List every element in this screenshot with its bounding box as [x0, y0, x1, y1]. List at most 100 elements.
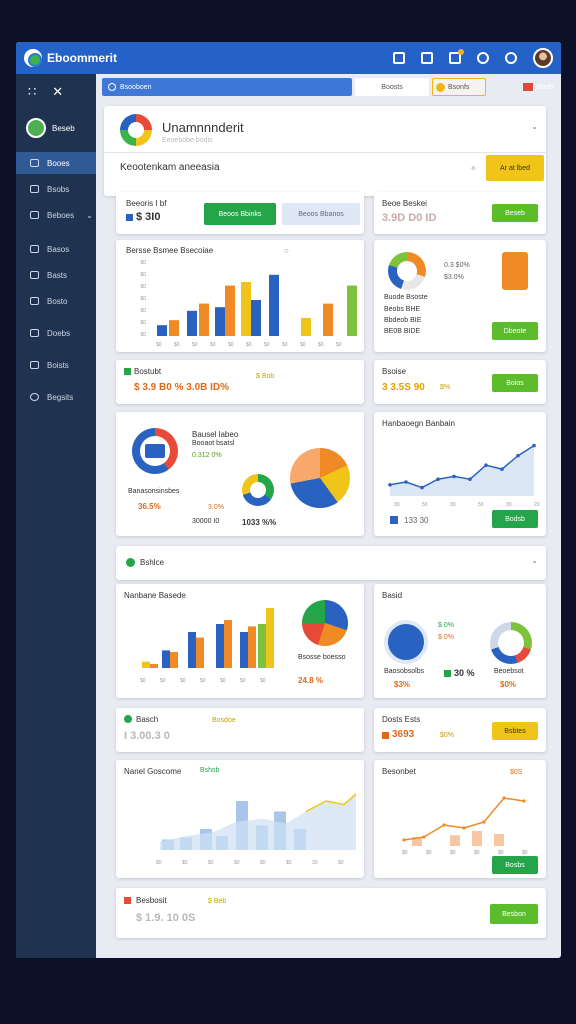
user-avatar[interactable]	[533, 48, 553, 68]
x-tick-label: $0	[182, 860, 188, 866]
section-title: Bshlce	[140, 558, 165, 567]
y-tick-label: $0	[140, 272, 146, 278]
sidebar-avatar[interactable]	[26, 118, 46, 138]
card-secondary-button[interactable]: Beoos Bbanos	[282, 203, 360, 225]
bar	[323, 303, 333, 336]
card-tag: $ Bob	[256, 373, 275, 380]
legend-square	[124, 897, 131, 904]
legend-square	[444, 670, 451, 677]
sidebar-item-folders[interactable]: Basts	[16, 264, 96, 286]
small-donut-chart	[242, 474, 274, 506]
file-icon[interactable]	[421, 52, 433, 64]
data-point	[404, 480, 408, 484]
gauge-value-3: $0%	[500, 680, 517, 689]
globe-icon	[384, 620, 428, 664]
card-button[interactable]: Bsbtes	[492, 722, 538, 740]
bar	[187, 310, 197, 336]
help-icon[interactable]	[505, 52, 517, 64]
sidebar-item-reports[interactable]: Bsobs	[16, 178, 96, 200]
read-toggle[interactable]: Banb	[522, 83, 553, 91]
search-placeholder: Bsooboen	[120, 83, 152, 91]
bar	[170, 652, 178, 668]
card-tag: $%	[440, 384, 451, 391]
sidebar-item-lists[interactable]: Boists	[16, 354, 96, 376]
stats-card-6: Bsoise 3 3.5S 90 $% Boios	[374, 360, 546, 404]
data-point	[484, 463, 488, 467]
bar	[269, 274, 279, 336]
y-tick-label: $0	[140, 284, 146, 290]
pie-value: 24.8 %	[298, 676, 323, 685]
top-bar: Eboommerit	[16, 42, 561, 74]
sidebar-item-dashboard[interactable]: Booes	[16, 152, 96, 174]
status-dot-icon	[124, 715, 132, 723]
legend-value-1: 0.3 $0%	[444, 262, 470, 269]
gauge-value-2: 30 %	[454, 668, 475, 678]
bar	[199, 303, 209, 336]
notification-icon[interactable]	[449, 49, 464, 64]
grid-icon[interactable]: ∷	[28, 84, 36, 100]
sidebar-item-label: Doebs	[47, 328, 71, 338]
card-button[interactable]: Besbon	[490, 904, 538, 924]
header-action-button[interactable]: Ar at lbed	[486, 155, 544, 181]
card-button[interactable]: Bodsb	[492, 510, 538, 528]
gauge-caption-2: Beoebsot	[494, 668, 524, 675]
search-icon	[108, 83, 116, 91]
card-value: 3693	[392, 729, 415, 740]
collapse-chevron-icon[interactable]: ⌄	[531, 556, 538, 565]
card-value: 3.9D D0 ID	[382, 212, 437, 224]
collapse-chevron-icon[interactable]: ⌄	[531, 122, 538, 131]
x-tick-label: $0	[160, 678, 166, 684]
search-secondary-label: Bsonfs	[448, 83, 470, 91]
card-button[interactable]: Dbeote	[492, 322, 538, 340]
sidebar-item-settings[interactable]: Begsits	[16, 386, 96, 408]
x-tick-label: $0	[156, 860, 162, 866]
sidebar-item-tables[interactable]: Bosto	[16, 290, 96, 312]
bar-chart: $0 $0 $0 $0 $0 $0 $0 $0 $0 $0 $0 $0 $0 $0 $0 $0 $0 $0	[140, 260, 357, 348]
y-tick-label: $0	[140, 260, 146, 266]
sidebar-item-analytics[interactable]: Beboes ⌄	[16, 204, 96, 226]
chevron-down-icon: ⌄	[86, 210, 93, 220]
card-value: I 3.00.3 0	[124, 730, 170, 742]
search-secondary-button[interactable]: Bsonfs	[432, 78, 486, 96]
flag-icon	[522, 83, 533, 91]
data-point	[462, 826, 466, 830]
data-point	[436, 477, 440, 481]
card-button[interactable]: Boios	[492, 374, 538, 392]
card-tag: $0%	[440, 732, 455, 739]
card-title: Basch	[136, 715, 159, 724]
close-icon[interactable]: ✕	[52, 84, 63, 100]
pie-value-3: 1033 %%	[242, 518, 277, 527]
search-filter-button[interactable]: Boosts	[355, 78, 429, 96]
calendar-icon[interactable]	[393, 52, 405, 64]
gear-icon	[30, 393, 39, 401]
x-tick-label: 30	[394, 502, 400, 508]
divider	[104, 152, 546, 153]
card-value: $ 3I0	[136, 211, 161, 223]
x-tick-label: $0	[336, 342, 342, 348]
x-tick-label: $0	[318, 342, 324, 348]
card-button[interactable]: Bosbs	[492, 856, 538, 874]
data-point	[502, 796, 506, 800]
bar	[196, 637, 204, 668]
ring-chart	[132, 428, 178, 474]
bar	[157, 325, 167, 336]
sidebar-item-orders[interactable]: Basos	[16, 238, 96, 260]
x-tick-label: $0	[156, 342, 162, 348]
pie-value-1: 36.5%	[138, 502, 161, 511]
x-tick-label: $0	[208, 860, 214, 866]
mixed-bar-card: Nanbane Basede $0 $0 $0 $0 $0 $0 $0 Bsosse boe…	[116, 584, 364, 698]
sidebar-item-label: Basos	[47, 244, 70, 254]
bar-chart-card: Bersse Bsmee Bsecoiae ○ $0 $0 $0 $0 $0 $0 $0 $0…	[116, 240, 364, 352]
sidebar-item-documents[interactable]: Doebs	[16, 322, 96, 344]
pie-chart	[290, 448, 350, 508]
search-input[interactable]: Bsooboen	[102, 78, 352, 96]
card-primary-button[interactable]: Beoos Bbinks	[204, 203, 276, 225]
data-point	[516, 453, 520, 458]
settings-icon[interactable]	[477, 52, 489, 64]
line-chart-card-2: Besonbet $0S $0 $0 $0 $0 $0 $0 Bosbs	[374, 760, 546, 878]
data-point	[532, 443, 536, 448]
pie-percent: 0.312 0%	[192, 452, 222, 459]
card-button[interactable]: Beseb	[492, 204, 538, 222]
pie-caption: Bsosse boesso	[298, 654, 346, 661]
card-title: Beeoris I bf	[126, 199, 167, 208]
